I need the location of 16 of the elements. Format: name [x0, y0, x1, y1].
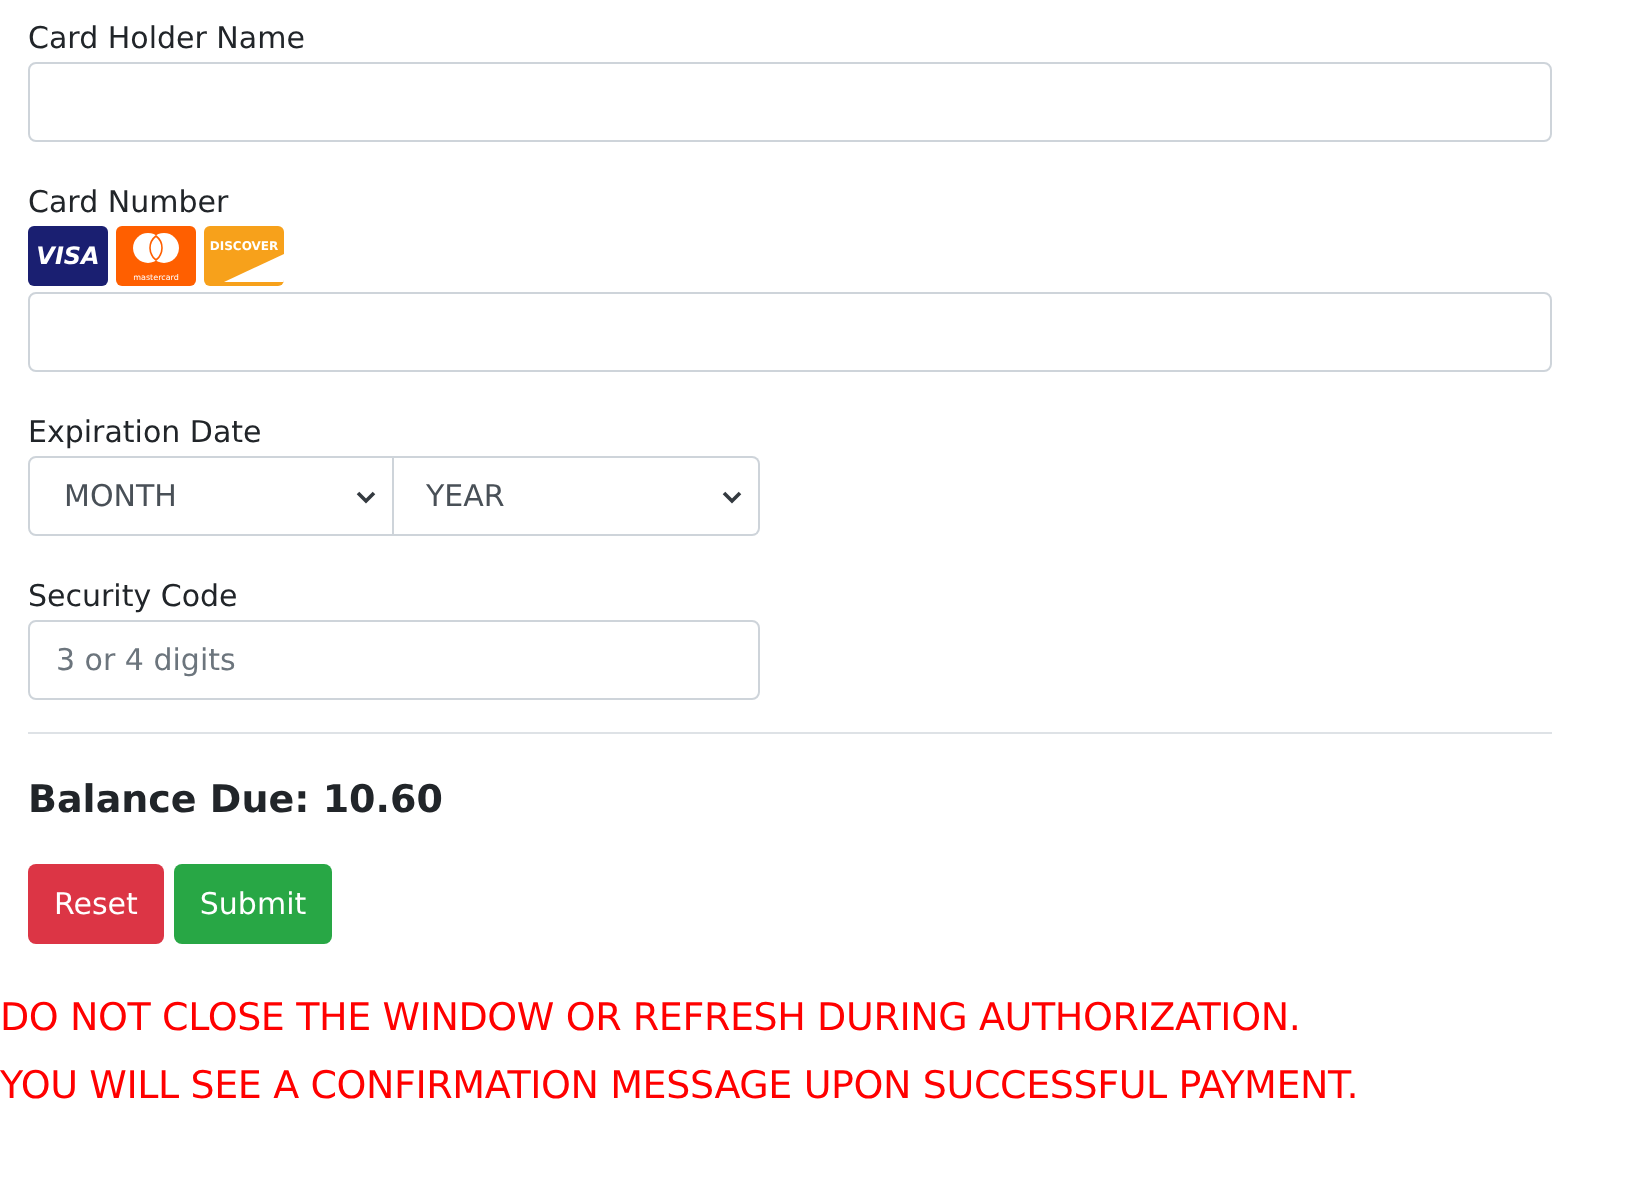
field-label: Card Number [28, 182, 231, 224]
chevron-down-icon [722, 489, 742, 503]
card-number-input[interactable] [28, 292, 1552, 372]
visa-logo: VISA [28, 226, 108, 286]
field-label: Expiration Date [28, 412, 264, 454]
chevron-down-icon [356, 489, 376, 503]
month-select[interactable]: MONTH [28, 456, 394, 536]
security-code-input[interactable]: 3 or 4 digits [28, 620, 760, 700]
warning-message: DO NOT CLOSE THE WINDOW OR REFRESH DURING AUTHORIZATION. [0, 994, 1303, 1044]
warning-message: YOU WILL SEE A CONFIRMATION MESSAGE UPON SUCCESSFUL PAYMENT. [0, 1062, 1361, 1112]
card-holder-input[interactable] [28, 62, 1552, 142]
field-label: Card Holder Name [28, 18, 307, 60]
reset-button[interactable]: Reset [28, 864, 164, 944]
balance-due: Balance Due: 10.60 [28, 778, 445, 822]
field-label: Security Code [28, 576, 240, 618]
year-select[interactable]: YEAR [394, 456, 760, 536]
